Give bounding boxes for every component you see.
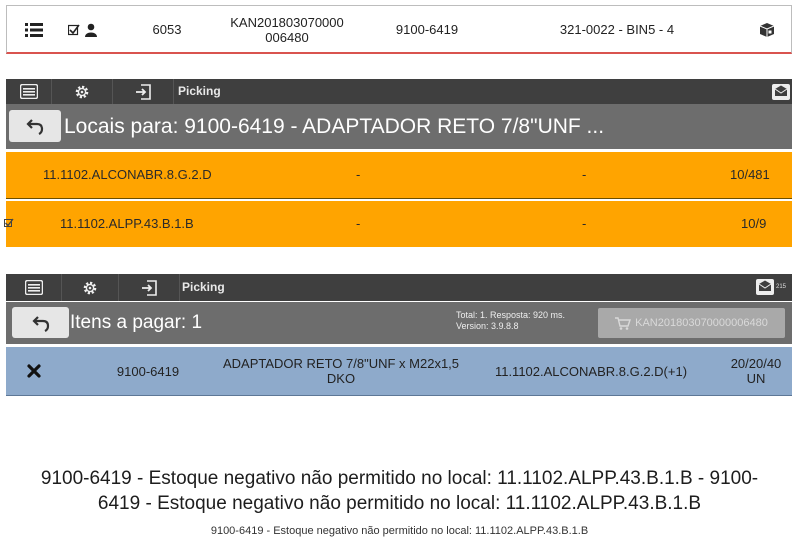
logout-button[interactable] [113, 79, 174, 104]
locations-title: Locais para: 9100-6419 - ADAPTADOR RETO … [64, 115, 605, 138]
kanban-cart-button[interactable]: KAN201803070000006480 [598, 308, 785, 338]
location-row[interactable]: 11.1102.ALPP.43.B.1.B - - 10/9 [4, 201, 792, 247]
close-icon [27, 364, 41, 378]
logout-button[interactable] [119, 274, 180, 301]
stats-version: Version: 3.9.8.8 [456, 321, 519, 331]
toolbar-items: Picking 215 [6, 274, 792, 301]
top-item-row[interactable]: 6053 KAN201803070000 006480 9100-6419 321… [6, 5, 792, 54]
items-title: Itens a pagar: 1 [70, 312, 203, 333]
list-icon[interactable] [21, 6, 47, 53]
cart-icon [615, 316, 632, 330]
menu-icon [19, 84, 38, 99]
location-qty: 10/9 [741, 216, 767, 231]
kanban-button-label: KAN201803070000006480 [635, 317, 768, 329]
location-name: 11.1102.ALPP.43.B.1.B [60, 216, 194, 231]
toolbar-title: Picking [178, 84, 221, 98]
menu-button[interactable] [6, 79, 52, 104]
mail-button[interactable]: 215 [755, 276, 786, 297]
location-qty: 10/481 [730, 167, 770, 182]
back-button[interactable] [9, 110, 61, 142]
item-description: ADAPTADOR RETO 7/8"UNF x M22x1,5 DKO [222, 356, 460, 386]
package-icon[interactable] [755, 6, 779, 53]
back-arrow-icon [31, 315, 49, 332]
order-number: 6053 [152, 22, 182, 37]
kanban-code: KAN201803070000 006480 [230, 14, 344, 45]
location-col3: - [582, 167, 587, 182]
item-location: 11.1102.ALCONABR.8.G.2.D(+1) [494, 363, 688, 379]
mail-icon [755, 278, 774, 295]
logout-icon [136, 83, 151, 100]
toolbar-title: Picking [182, 280, 225, 294]
gear-icon [83, 281, 97, 294]
toolbar-top: Picking [6, 79, 792, 104]
location-col2: - [356, 167, 361, 182]
location-row[interactable]: 11.1102.ALCONABR.8.G.2.D - - 10/481 [6, 152, 792, 199]
location-col2: - [356, 216, 361, 231]
bin-location: 321-0022 - BIN5 - 4 [559, 22, 675, 37]
mail-badge: 215 [775, 283, 786, 290]
item-code: 9100-6419 [116, 363, 180, 379]
check-user-icons[interactable] [61, 6, 105, 53]
error-message: 9100-6419 - Estoque negativo não permiti… [40, 468, 759, 514]
logout-icon [142, 279, 157, 296]
item-quantity: 20/20/40 UN [730, 356, 782, 386]
user-icon [85, 23, 97, 37]
stats-total: Total: 1. Resposta: 920 ms. [456, 310, 566, 320]
settings-button[interactable] [52, 79, 113, 104]
item-code: 9100-6419 [395, 22, 459, 37]
item-row[interactable]: 9100-6419 ADAPTADOR RETO 7/8"UNF x M22x1… [6, 347, 792, 396]
location-col3: - [582, 216, 587, 231]
locations-header: Locais para: 9100-6419 - ADAPTADOR RETO … [6, 104, 792, 149]
back-arrow-icon [26, 119, 44, 135]
menu-button[interactable] [6, 274, 62, 301]
menu-icon [24, 280, 43, 295]
back-button[interactable] [12, 307, 69, 338]
items-header: Itens a pagar: 1 Total: 1. Resposta: 920… [6, 302, 792, 344]
location-name: 11.1102.ALCONABR.8.G.2.D [43, 167, 212, 182]
settings-button[interactable] [62, 274, 119, 301]
checkbox-icon[interactable] [68, 24, 80, 36]
checkbox-icon[interactable] [4, 218, 14, 228]
response-stats: Total: 1. Resposta: 920 ms. Version: 3.9… [456, 310, 565, 332]
mail-button[interactable] [772, 81, 790, 102]
remove-item-button[interactable] [22, 347, 46, 395]
gear-icon [75, 85, 89, 98]
mail-icon [772, 83, 790, 100]
error-message-small: 9100-6419 - Estoque negativo não permiti… [210, 525, 589, 537]
